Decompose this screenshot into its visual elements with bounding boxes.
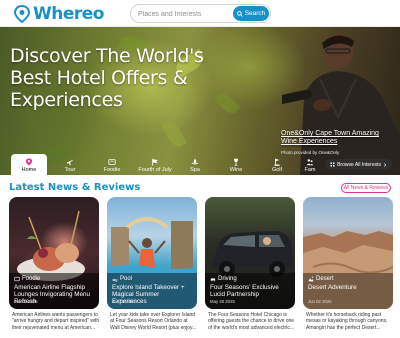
- family-icon: [306, 159, 314, 166]
- fork-icon: [108, 159, 116, 165]
- card-category-label: Driving: [218, 276, 237, 282]
- flag-icon: [152, 158, 158, 166]
- card-image: Pool Explore Island Takeover + Magical S…: [107, 197, 197, 309]
- search-bar: Search: [130, 4, 271, 23]
- news-card[interactable]: Driving Four Seasons' Exclusive Lucid Pa…: [205, 197, 295, 338]
- category-family[interactable]: Fam: [300, 153, 320, 175]
- brand-name: Whereo: [33, 4, 104, 24]
- category-label: Foodie: [103, 167, 121, 173]
- news-card[interactable]: Pool Explore Island Takeover + Magical S…: [107, 197, 197, 338]
- pool-icon: [112, 278, 118, 282]
- news-card[interactable]: Foodie American Airline Flagship Lounges…: [9, 197, 99, 338]
- card-date: Jun 02 2025: [112, 299, 136, 304]
- golf-icon: [274, 158, 280, 166]
- card-date: Jun 02 2025: [308, 299, 332, 304]
- fork-icon: [14, 276, 20, 282]
- card-image: Foodie American Airline Flagship Lounges…: [9, 197, 99, 309]
- browse-all-interests-button[interactable]: Browse All Interests: [325, 159, 392, 170]
- category-wine[interactable]: Wine: [218, 153, 254, 175]
- hero-banner[interactable]: Discover The World's Best Hotel Offers &…: [0, 27, 400, 175]
- logo[interactable]: Whereo: [14, 4, 104, 24]
- search-button-label: Search: [244, 10, 266, 17]
- card-date: May 30 2025: [210, 299, 235, 304]
- chevron-right-icon: [383, 162, 387, 167]
- search-input[interactable]: [138, 7, 234, 21]
- all-news-button[interactable]: All News & Reviews: [341, 183, 391, 193]
- card-category-label: Foodie: [22, 276, 41, 282]
- car-icon: [210, 278, 216, 282]
- category-fourth-of-july[interactable]: Fourth of July: [135, 153, 175, 175]
- card-description: Whether it's horseback riding past mesas…: [306, 312, 388, 331]
- pin-icon: [14, 5, 30, 23]
- card-category-label: Desert: [316, 276, 334, 282]
- category-spa[interactable]: Spa: [177, 153, 213, 175]
- hero-caption-link[interactable]: One&Only Cape Town Amazing Wine Experien…: [281, 130, 396, 146]
- leaf-decoration: [160, 118, 188, 150]
- category-label: Home: [21, 167, 37, 173]
- card-image: Desert Desert Adventure Jun 02 2025: [303, 197, 393, 309]
- card-category: Desert: [308, 276, 334, 282]
- category-foodie[interactable]: Foodie: [94, 153, 130, 175]
- news-heading: Latest News & Reviews: [9, 182, 141, 193]
- card-headline: Desert Adventure: [308, 284, 357, 291]
- category-home[interactable]: Home: [11, 154, 47, 175]
- card-image: Driving Four Seasons' Exclusive Lucid Pa…: [205, 197, 295, 309]
- card-description: American Airlines wants passengers to "a…: [12, 312, 100, 331]
- desert-icon: [308, 276, 314, 282]
- news-card[interactable]: Desert Desert Adventure Jun 02 2025 Whet…: [303, 197, 393, 338]
- card-category: Driving: [210, 276, 237, 282]
- plane-icon: [66, 159, 74, 166]
- card-headline: Four Seasons' Exclusive Lucid Partnershi…: [210, 284, 279, 299]
- card-category: Pool: [112, 276, 132, 282]
- category-label: Wine: [229, 167, 243, 173]
- hero-title: Discover The World's Best Hotel Offers &…: [10, 45, 204, 111]
- search-button[interactable]: Search: [233, 6, 269, 21]
- category-label: Spa: [190, 167, 200, 173]
- card-description: Let your kids take over Explorer Island …: [110, 312, 197, 331]
- card-category-label: Pool: [120, 276, 133, 282]
- desert-illustration: [303, 231, 393, 309]
- card-description: The Four Seasons Hotel Chicago is offeri…: [208, 312, 295, 331]
- spa-icon: [191, 158, 199, 165]
- site-header: Whereo Search: [0, 0, 400, 27]
- category-golf[interactable]: Golf: [259, 153, 295, 175]
- category-label: Golf: [271, 167, 283, 173]
- search-icon: [236, 10, 243, 17]
- card-category: Foodie: [14, 276, 40, 282]
- card-date: Jun 02 2025: [14, 299, 38, 304]
- category-label: Fourth of July: [138, 167, 172, 173]
- leaf-decoration: [213, 90, 241, 117]
- category-label: Tour: [64, 167, 76, 173]
- pin-icon: [25, 158, 33, 166]
- glass-icon: [234, 158, 238, 166]
- category-tour[interactable]: Tour: [52, 153, 88, 175]
- category-bar: Home Tour Foodie Fourth of July Spa Wine…: [0, 153, 400, 175]
- grid-icon: [330, 162, 335, 167]
- category-label: Fam: [304, 167, 316, 173]
- browse-label: Browse All Interests: [337, 161, 381, 168]
